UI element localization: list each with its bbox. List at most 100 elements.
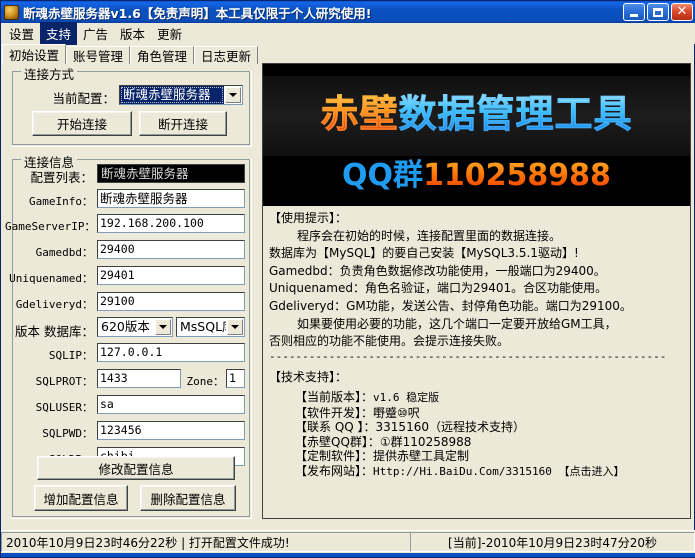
banner: 赤壁数据管理工具 QQ群110258988 bbox=[263, 64, 690, 206]
tips-line2: 数据库为【MySQL】的要自己安装【MySQL3.5.1驱动】! bbox=[269, 245, 684, 263]
gdeliveryd-label: Gdeliveryd： bbox=[10, 296, 93, 312]
version-db-label: 版本 数据库： bbox=[15, 321, 93, 340]
banner-qq-line: QQ群110258988 bbox=[263, 156, 690, 196]
status-left: 2010年10月9日23时46分22秒 | 打开配置文件成功! bbox=[1, 532, 411, 552]
close-button[interactable]: ✕ bbox=[671, 3, 693, 21]
tips-heading: 【使用提示】： bbox=[269, 210, 684, 228]
gamedbd-input[interactable]: 29400 bbox=[97, 240, 245, 259]
sqlprot-input[interactable]: 1433 bbox=[97, 369, 181, 388]
support-key-website: 【发布网站】： bbox=[295, 464, 373, 478]
tab-role-management[interactable]: 角色管理 bbox=[130, 46, 194, 64]
database-combobox[interactable]: MsSQL库 bbox=[176, 317, 245, 337]
window-footer bbox=[1, 553, 695, 557]
banner-title: 赤壁数据管理工具 bbox=[263, 78, 690, 150]
sqlpwd-input[interactable]: 123456 bbox=[97, 421, 245, 440]
tips-line1: 程序会在初始的时候，连接配置里面的数据连接。 bbox=[269, 228, 684, 246]
menu-item-version[interactable]: 版本 bbox=[114, 22, 151, 45]
gameinfo-label: GameInfo： bbox=[15, 193, 93, 209]
support-value-developer: 嘢蹙⑩呎 bbox=[373, 406, 420, 420]
tab-strip: 初始设置 账号管理 角色管理 日志更新 bbox=[2, 44, 694, 64]
support-value-version: v1.6 稳定版 bbox=[373, 391, 439, 404]
window-title: 断魂赤壁服务器v1.6【免责声明】本工具仅限于个人研究使用! bbox=[23, 3, 372, 22]
disconnect-button[interactable]: 断开连接 bbox=[139, 111, 227, 136]
current-config-value: 断魂赤壁服务器 bbox=[120, 86, 224, 104]
tips-line7: 否则相应的功能不能使用。会提示连接失败。 bbox=[269, 333, 684, 351]
support-row-version: 【当前版本】：v1.6 稳定版 bbox=[269, 390, 684, 406]
support-row-website[interactable]: 【发布网站】：Http://Hi.BaiDu.Com/3315160 【点击进入… bbox=[269, 464, 684, 480]
gameserverip-input[interactable]: 192.168.200.100 bbox=[97, 214, 245, 233]
sqluser-input[interactable]: sa bbox=[97, 395, 245, 414]
minimize-button[interactable] bbox=[623, 3, 645, 21]
zone-input[interactable]: 1 bbox=[226, 369, 245, 388]
menu-item-update[interactable]: 更新 bbox=[151, 22, 188, 45]
support-value-qq-group: ①群110258988 bbox=[380, 435, 471, 449]
close-icon: ✕ bbox=[677, 6, 688, 18]
sqluser-label: SQLUSER： bbox=[13, 399, 93, 415]
support-row-developer: 【软件开发】：嘢蹙⑩呎 bbox=[269, 406, 684, 421]
support-value-custom: 提供赤壁工具定制 bbox=[373, 449, 469, 463]
gamedbd-label: Gamedbd： bbox=[15, 244, 93, 260]
menu-item-settings[interactable]: 设置 bbox=[3, 22, 40, 45]
gameinfo-input[interactable]: 断魂赤壁服务器 bbox=[97, 189, 245, 208]
support-key-developer: 【软件开发】： bbox=[295, 406, 373, 420]
chevron-down-icon[interactable] bbox=[155, 319, 171, 335]
current-config-label: 当前配置： bbox=[23, 88, 115, 107]
support-key-qq-group: 【赤壁QQ群】： bbox=[295, 435, 380, 449]
gdeliveryd-input[interactable]: 29100 bbox=[97, 292, 245, 311]
app-icon bbox=[4, 5, 19, 20]
delete-config-button[interactable]: 删除配置信息 bbox=[140, 485, 236, 511]
qq-group-number: 110258988 bbox=[423, 158, 611, 193]
tips-line4: Uniquenamed：角色名验证，端口为29401。合区功能使用。 bbox=[269, 280, 684, 298]
tips-line3: Gamedbd：负责角色数据修改功能使用，一般端口为29400。 bbox=[269, 263, 684, 281]
banner-title-part1: 赤壁 bbox=[320, 92, 398, 136]
banner-title-part2: 数据管理工具 bbox=[399, 92, 633, 136]
uniquenamed-input[interactable]: 29401 bbox=[97, 266, 245, 285]
window-controls: ✕ bbox=[623, 3, 693, 21]
chevron-down-icon[interactable] bbox=[225, 87, 241, 103]
status-right: [当前]-2010年10月9日23时47分20秒 bbox=[410, 532, 695, 552]
support-value-website[interactable]: Http://Hi.BaiDu.Com/3315160 【点击进入】 bbox=[373, 465, 624, 478]
config-list-listbox[interactable]: 断魂赤壁服务器 bbox=[97, 164, 245, 183]
support-row-custom: 【定制软件】：提供赤壁工具定制 bbox=[269, 449, 684, 464]
menu-bar: 设置 支持 广告 版本 更新 bbox=[1, 23, 695, 44]
menu-item-ads[interactable]: 广告 bbox=[77, 22, 114, 45]
sqlpwd-label: SQLPWD： bbox=[18, 425, 93, 441]
tab-log-update[interactable]: 日志更新 bbox=[194, 46, 258, 64]
uniquenamed-label: Uniquenamed： bbox=[5, 270, 93, 286]
maximize-button[interactable] bbox=[647, 3, 669, 21]
application-window: 断魂赤壁服务器v1.6【免责声明】本工具仅限于个人研究使用! ✕ 设置 支持 广… bbox=[0, 0, 695, 558]
info-panel: 赤壁数据管理工具 QQ群110258988 【使用提示】： 程序会在初始的时候，… bbox=[262, 63, 691, 519]
sqlip-input[interactable]: 127.0.0.1 bbox=[97, 343, 245, 362]
qq-group-label: QQ群 bbox=[342, 158, 423, 193]
support-heading: 【技术支持】： bbox=[269, 369, 684, 387]
version-value: 620版本 bbox=[98, 318, 154, 336]
tips-line5: Gdeliveryd：GM功能，发送公告、封停角色功能。端口为29100。 bbox=[269, 298, 684, 316]
sqlip-label: SQLIP： bbox=[23, 347, 93, 363]
chevron-down-icon[interactable] bbox=[227, 319, 243, 335]
support-key-version: 【当前版本】： bbox=[295, 390, 373, 404]
sqlprot-label: SQLPROT： bbox=[13, 373, 93, 389]
tab-account-management[interactable]: 账号管理 bbox=[66, 46, 130, 64]
tab-initial-settings[interactable]: 初始设置 bbox=[2, 44, 66, 64]
database-value: MsSQL库 bbox=[177, 318, 226, 336]
current-config-combobox[interactable]: 断魂赤壁服务器 bbox=[119, 85, 243, 105]
support-key-qq: 【联系 QQ 】： bbox=[295, 420, 376, 434]
support-row-qq: 【联系 QQ 】：3315160（远程技术支持） bbox=[269, 420, 684, 435]
status-bar: 2010年10月9日23时46分22秒 | 打开配置文件成功! [当前]-201… bbox=[1, 530, 695, 553]
support-row-qq-group: 【赤壁QQ群】：①群110258988 bbox=[269, 435, 684, 450]
info-text: 【使用提示】： 程序会在初始的时候，连接配置里面的数据连接。 数据库为【MySQ… bbox=[263, 206, 690, 479]
divider: ----------------------------------------… bbox=[269, 351, 684, 363]
version-combobox[interactable]: 620版本 bbox=[97, 317, 173, 337]
menu-item-support[interactable]: 支持 bbox=[40, 22, 77, 45]
gameserverip-label: GameServerIP： bbox=[5, 218, 93, 234]
add-config-button[interactable]: 增加配置信息 bbox=[34, 485, 128, 511]
title-bar: 断魂赤壁服务器v1.6【免责声明】本工具仅限于个人研究使用! ✕ bbox=[1, 1, 695, 23]
support-key-custom: 【定制软件】： bbox=[295, 449, 373, 463]
connection-method-title: 连接方式 bbox=[21, 64, 77, 83]
modify-config-button[interactable]: 修改配置信息 bbox=[37, 456, 235, 480]
support-value-qq: 3315160（远程技术支持） bbox=[376, 420, 525, 434]
tips-line6: 如果要使用必要的功能，这几个端口一定要开放给GM工具， bbox=[269, 316, 684, 334]
start-connection-button[interactable]: 开始连接 bbox=[32, 111, 132, 136]
connection-info-title: 连接信息 bbox=[21, 152, 77, 171]
zone-label: Zone： bbox=[184, 373, 224, 389]
